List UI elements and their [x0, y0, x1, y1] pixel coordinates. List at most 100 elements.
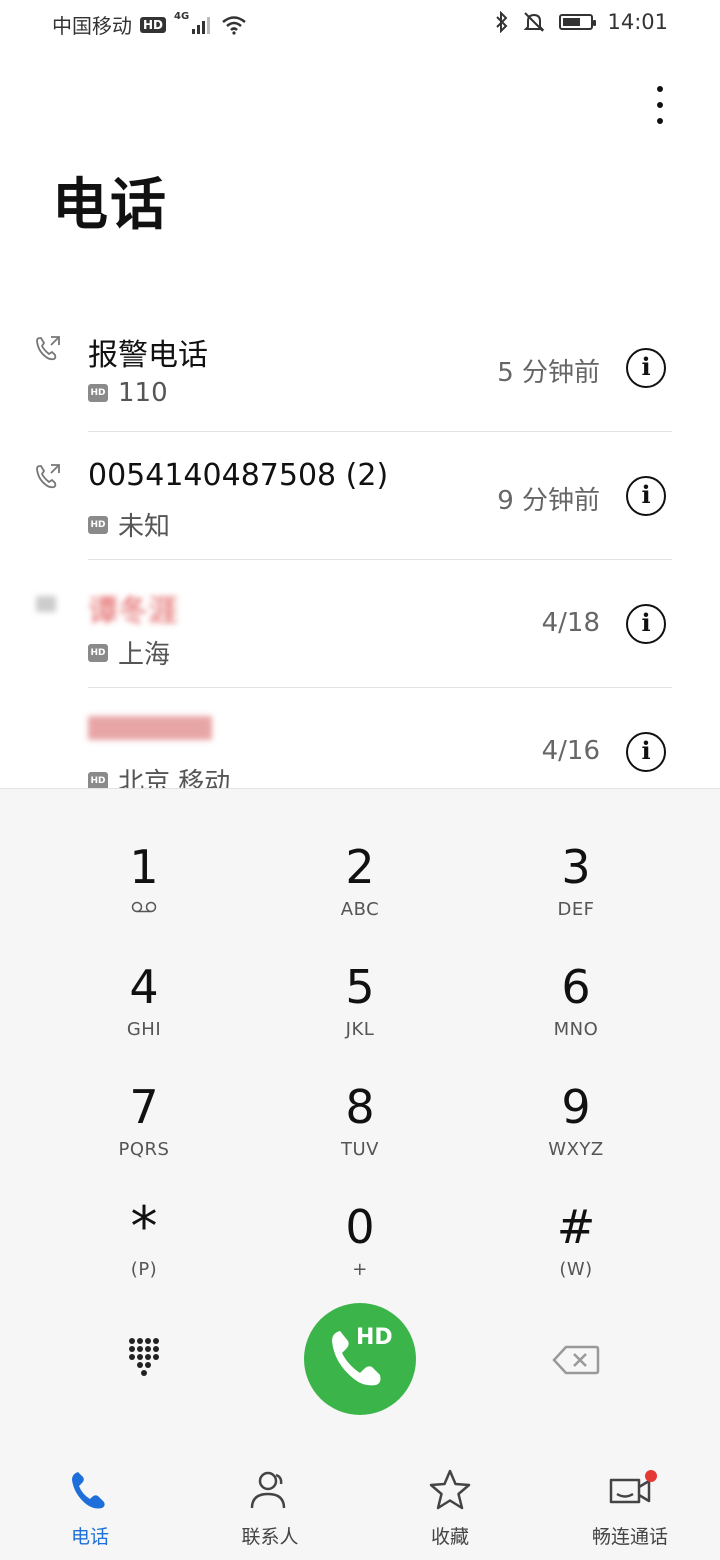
hd-label: HD [356, 1325, 393, 1350]
call-time: 5 分钟前 [497, 358, 600, 388]
caller-location: 未知 [118, 512, 171, 542]
caller-subtitle: HD 北京 移动 [88, 762, 230, 788]
key-letters: DEF [557, 899, 595, 920]
signal-icon [192, 16, 211, 34]
battery-icon [559, 14, 597, 30]
backspace-icon[interactable] [552, 1345, 600, 1375]
contacts-icon [250, 1471, 286, 1509]
hd-icon: HD [88, 771, 108, 788]
call-time: 9 分钟前 [497, 486, 600, 516]
nav-label: 畅连通话 [591, 1526, 668, 1548]
clock: 14:01 [607, 10, 668, 34]
nav-label: 收藏 [430, 1526, 469, 1548]
call-log-list[interactable]: 报警电话 HD 110 5 分钟前 i 0054140487508 (2) HD… [0, 304, 720, 788]
key-3[interactable]: 3 DEF [486, 841, 666, 951]
status-left: 中国移动 HD 4G [52, 10, 247, 39]
info-icon[interactable]: i [626, 732, 666, 772]
key-digit: 4 [129, 960, 159, 1014]
key-digit: 9 [561, 1080, 591, 1134]
key-letters: WXYZ [548, 1139, 604, 1160]
caller-location: 北京 移动 [118, 768, 231, 788]
hd-icon: HD [88, 384, 108, 402]
caller-subtitle: HD 未知 [88, 506, 170, 543]
caller-name: 0054140487508 (2) [88, 458, 389, 493]
key-digit: 7 [129, 1080, 159, 1134]
network-type: 4G [174, 11, 190, 22]
hd-voice-badge: HD [140, 16, 167, 33]
key-letters: JKL [345, 1019, 375, 1040]
key-digit: * [130, 1195, 158, 1258]
key-9[interactable]: 9 WXYZ [486, 1081, 666, 1191]
caller-name: 报警电话 [88, 338, 208, 373]
key-letters: GHI [126, 1019, 162, 1040]
key-letters: + [352, 1259, 368, 1280]
phone-icon [72, 1472, 105, 1509]
call-time: 4/18 [541, 608, 600, 638]
info-icon[interactable]: i [626, 604, 666, 644]
status-bar: 中国移动 HD 4G 14:01 [0, 0, 720, 48]
call-button[interactable]: HD [304, 1303, 416, 1415]
mute-bell-icon [524, 12, 545, 32]
outgoing-call-icon [36, 464, 60, 489]
nav-tab-contacts[interactable]: 联系人 [180, 1468, 360, 1549]
info-icon[interactable]: i [626, 348, 666, 388]
key-digit: 3 [561, 840, 591, 894]
key-digit: 8 [345, 1080, 375, 1134]
key-letters: ABC [340, 899, 380, 920]
caller-name-redacted [88, 716, 212, 740]
key-star[interactable]: * (P) [54, 1195, 234, 1311]
hd-icon: HD [88, 515, 108, 534]
status-right: 14:01 [495, 10, 668, 34]
key-digit: 2 [345, 840, 375, 894]
key-8[interactable]: 8 TUV [270, 1081, 450, 1191]
key-1[interactable]: 1 [54, 841, 234, 951]
voicemail-icon [131, 901, 157, 913]
key-5[interactable]: 5 JKL [270, 961, 450, 1071]
nav-label: 电话 [70, 1526, 109, 1548]
call-log-row[interactable]: HD 北京 移动 4/16 i [0, 688, 720, 788]
nav-label: 联系人 [241, 1526, 299, 1548]
star-icon [429, 1469, 471, 1510]
key-7[interactable]: 7 PQRS [54, 1081, 234, 1191]
hd-icon: HD [88, 643, 108, 662]
caller-name: 谭冬涯 [88, 594, 178, 629]
call-direction-icon [36, 596, 56, 612]
bottom-nav: 电话 联系人 收藏 畅连通话 [0, 1440, 720, 1560]
call-log-row[interactable]: 0054140487508 (2) HD 未知 9 分钟前 i [0, 432, 720, 560]
key-letters: (P) [130, 1259, 158, 1280]
carrier-name: 中国移动 [52, 14, 132, 38]
notification-dot [645, 1470, 657, 1482]
page-title: 电话 [52, 173, 168, 238]
call-log-row[interactable]: 谭冬涯 HD 上海 4/18 i [0, 560, 720, 688]
key-0[interactable]: 0 + [270, 1201, 450, 1311]
key-letters: (W) [559, 1259, 593, 1280]
key-4[interactable]: 4 GHI [54, 961, 234, 1071]
nav-tab-meetime[interactable]: 畅连通话 [540, 1468, 720, 1549]
dialpad-toggle-icon[interactable] [126, 1335, 162, 1383]
more-options-button[interactable] [640, 80, 680, 130]
caller-location: 上海 [118, 640, 171, 670]
key-digit: 6 [561, 960, 591, 1014]
key-digit: 5 [345, 960, 375, 1014]
caller-subtitle: HD 110 [88, 378, 168, 408]
key-letters: PQRS [118, 1139, 170, 1160]
key-6[interactable]: 6 MNO [486, 961, 666, 1071]
caller-number: 110 [118, 378, 168, 408]
info-icon[interactable]: i [626, 476, 666, 516]
key-letters: MNO [553, 1019, 599, 1040]
call-time: 4/16 [541, 736, 600, 766]
nav-tab-phone[interactable]: 电话 [0, 1468, 180, 1549]
outgoing-call-icon [36, 336, 60, 361]
call-log-row[interactable]: 报警电话 HD 110 5 分钟前 i [0, 304, 720, 432]
key-digit: # [556, 1200, 596, 1254]
bluetooth-icon [496, 11, 508, 33]
key-digit: 0 [345, 1200, 375, 1254]
key-hash[interactable]: # (W) [486, 1201, 666, 1311]
caller-subtitle: HD 上海 [88, 634, 170, 671]
key-2[interactable]: 2 ABC [270, 841, 450, 951]
key-letters: TUV [341, 1139, 379, 1160]
wifi-icon [222, 15, 246, 35]
dialpad: 1 2 ABC 3 DEF 4 GHI 5 JKL 6 MNO 7 PQRS 8… [0, 788, 720, 1441]
key-digit: 1 [129, 840, 159, 894]
nav-tab-favorites[interactable]: 收藏 [360, 1468, 540, 1549]
